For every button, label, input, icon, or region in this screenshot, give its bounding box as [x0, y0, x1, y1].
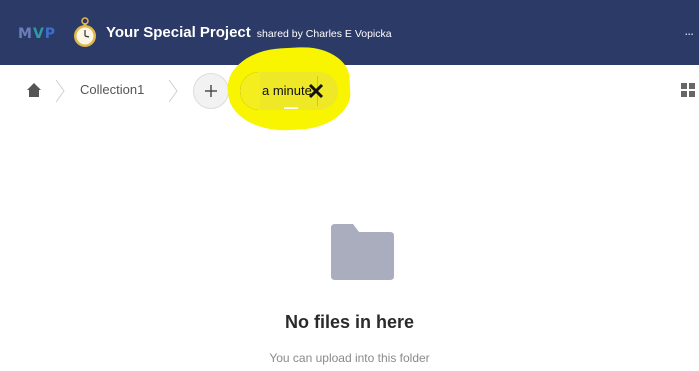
shared-by-label: shared by Charles E Vopicka: [256, 28, 392, 40]
add-button[interactable]: [193, 73, 229, 109]
more-icon[interactable]: ...: [684, 22, 694, 38]
chip-label: a minute: [262, 83, 312, 98]
project-title-group: Your Special Project shared by Charles E…: [106, 24, 392, 41]
plus-icon: [205, 85, 217, 97]
breadcrumb-item-collection1[interactable]: Collection1: [80, 82, 144, 97]
home-icon[interactable]: [26, 82, 42, 98]
chip-body: a minute: [260, 72, 338, 110]
chip-underline: [284, 107, 298, 109]
logo-letter: M: [18, 26, 33, 42]
chevron-right-icon: [55, 79, 65, 103]
app-header: MVP Your Special Project shared by Charl…: [0, 0, 699, 65]
chip-cap: [240, 72, 260, 110]
logo-letter: P: [44, 26, 57, 42]
close-icon[interactable]: [306, 81, 326, 101]
logo-text: MVP: [18, 26, 56, 42]
new-item-chip[interactable]: a minute: [240, 72, 338, 110]
chevron-right-icon: [168, 79, 178, 103]
folder-icon: [331, 224, 394, 280]
pocket-watch-icon: [74, 17, 96, 47]
logo-letter: V: [32, 26, 45, 42]
app-logo[interactable]: MVP: [18, 17, 96, 47]
empty-state-subtitle: You can upload into this folder: [269, 351, 430, 365]
project-title: Your Special Project: [106, 24, 251, 41]
empty-state-title: No files in here: [284, 312, 415, 332]
grid-view-icon[interactable]: [681, 83, 695, 97]
